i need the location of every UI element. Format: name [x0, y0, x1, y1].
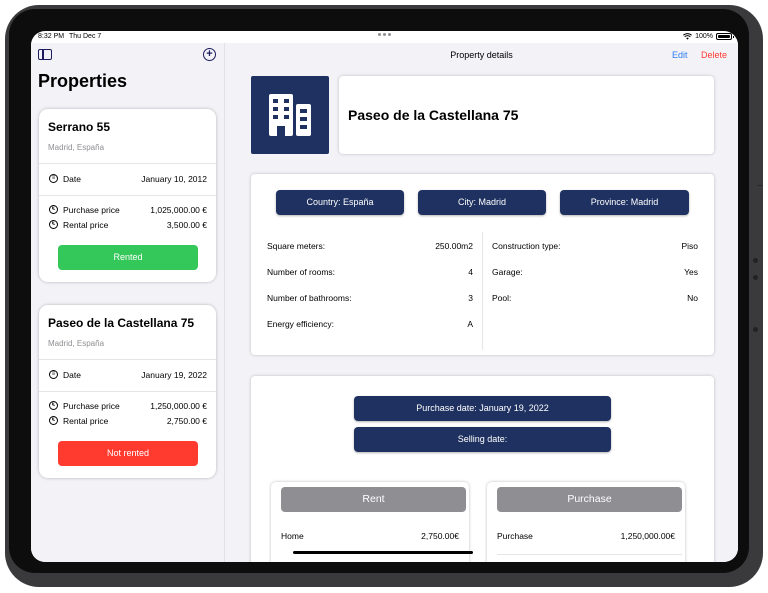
sidebar: + Properties Serrano 55 Madrid, España ≡…: [31, 43, 225, 562]
date-label: Date: [63, 370, 81, 380]
edit-button[interactable]: Edit: [672, 50, 688, 60]
bathrooms-value: 3: [468, 293, 473, 303]
wifi-icon: [683, 33, 693, 40]
property-card[interactable]: Paseo de la Castellana 75 Madrid, España…: [39, 305, 216, 478]
rent-home-value: 2,750.00€: [421, 531, 459, 541]
camera-dot: [753, 327, 758, 332]
multitasking-icon[interactable]: [378, 33, 391, 36]
camera-dot: [753, 258, 758, 263]
nav-title: Property details: [450, 50, 513, 60]
euro-icon: €: [49, 416, 58, 425]
sidebar-toggle-icon[interactable]: [38, 49, 52, 60]
energy-efficiency-label: Energy efficiency:: [267, 319, 334, 329]
side-button: [757, 185, 763, 186]
rental-price-value: 3,500.00 €: [166, 220, 207, 230]
energy-efficiency-value: A: [467, 319, 473, 329]
divider: [39, 359, 216, 360]
rooms-value: 4: [468, 267, 473, 277]
rented-status-button[interactable]: Rented: [58, 245, 198, 270]
status-date: Thu Dec 7: [69, 33, 102, 40]
pool-value: No: [687, 293, 698, 303]
rooms-label: Number of rooms:: [267, 267, 336, 277]
detail-pane: Property details Edit Delete Paseo de la…: [225, 43, 738, 562]
building-tile: [251, 76, 329, 154]
construction-type-label: Construction type:: [492, 241, 561, 251]
purchase-label: Purchase: [497, 531, 533, 541]
divider: [497, 554, 682, 555]
add-circle-icon[interactable]: +: [203, 48, 216, 61]
property-name: Serrano 55: [48, 120, 111, 134]
camera-dot: [753, 275, 758, 280]
property-location: Madrid, España: [48, 339, 105, 348]
city-tag: City: Madrid: [418, 190, 546, 215]
rent-card: Rent Home 2,750.00€: [271, 482, 469, 562]
finance-panel: Purchase date: January 19, 2022 Selling …: [251, 376, 714, 562]
euro-icon: €: [49, 205, 58, 214]
column-divider: [482, 232, 483, 350]
property-card[interactable]: Serrano 55 Madrid, España ≡ Date January…: [39, 109, 216, 282]
purchase-price-label: Purchase price: [63, 205, 120, 215]
rental-price-label: Rental price: [63, 220, 109, 230]
purchase-price-value: 1,250,000.00 €: [150, 401, 207, 411]
rental-price-label: Rental price: [63, 416, 109, 426]
date-value: January 10, 2012: [141, 174, 207, 184]
purchase-tab-button[interactable]: Purchase: [497, 487, 682, 512]
not-rented-status-button[interactable]: Not rented: [58, 441, 198, 466]
battery-icon: [716, 33, 734, 40]
date-value: January 19, 2022: [141, 370, 207, 380]
province-tag: Province: Madrid: [560, 190, 689, 215]
screen: 8:32 PM Thu Dec 7 100% + Properties Serr…: [31, 31, 738, 562]
specs-panel: Country: España City: Madrid Province: M…: [251, 174, 714, 355]
date-label: Date: [63, 174, 81, 184]
title-card: Paseo de la Castellana 75: [339, 76, 714, 154]
selling-date-tag: Selling date:: [354, 427, 611, 452]
bathrooms-label: Number of bathrooms:: [267, 293, 352, 303]
home-indicator[interactable]: [293, 551, 473, 554]
garage-label: Garage:: [492, 267, 523, 277]
divider: [39, 391, 216, 392]
delete-button[interactable]: Delete: [701, 50, 727, 60]
pool-label: Pool:: [492, 293, 512, 303]
purchase-card: Purchase Purchase 1,250,000.00€: [487, 482, 685, 562]
sidebar-title: Properties: [38, 71, 128, 91]
euro-icon: €: [49, 401, 58, 410]
status-time: 8:32 PM: [38, 33, 65, 40]
purchase-date-tag: Purchase date: January 19, 2022: [354, 396, 611, 421]
property-name: Paseo de la Castellana 75: [48, 316, 195, 330]
country-tag: Country: España: [276, 190, 404, 215]
status-bar: 8:32 PM Thu Dec 7 100%: [31, 31, 738, 43]
calendar-icon: ≡: [49, 370, 58, 379]
building-icon: [269, 94, 311, 136]
battery-percent: 100%: [695, 33, 713, 40]
purchase-price-label: Purchase price: [63, 401, 120, 411]
divider: [39, 195, 216, 196]
purchase-price-value: 1,025,000.00 €: [150, 205, 207, 215]
square-meters-label: Square meters:: [267, 241, 326, 251]
property-location: Madrid, España: [48, 143, 105, 152]
divider: [39, 163, 216, 164]
square-meters-value: 250.00m2: [435, 241, 473, 251]
rent-tab-button[interactable]: Rent: [281, 487, 466, 512]
construction-type-value: Piso: [681, 241, 698, 251]
purchase-value: 1,250,000.00€: [620, 531, 675, 541]
euro-icon: €: [49, 220, 58, 229]
rent-home-label: Home: [281, 531, 304, 541]
calendar-icon: ≡: [49, 174, 58, 183]
rental-price-value: 2,750.00 €: [166, 416, 207, 426]
property-title: Paseo de la Castellana 75: [348, 107, 519, 123]
garage-value: Yes: [684, 267, 698, 277]
